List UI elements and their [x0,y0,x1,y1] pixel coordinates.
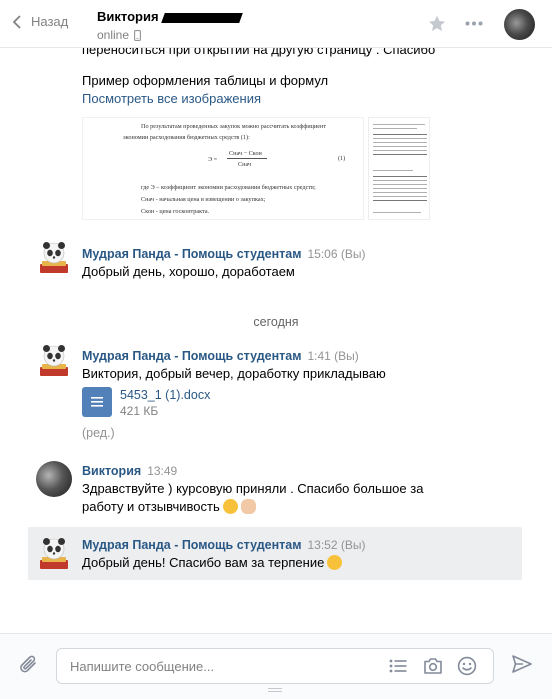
message-author[interactable]: Виктория 13:49 [82,464,177,478]
more-icon[interactable] [465,21,483,26]
message-time[interactable]: 13:49 [147,464,177,478]
peer-name-text: Виктория [97,9,159,24]
doc-formula-no: (1) [338,155,346,162]
doc-line: где Э – коэффициент экономии расходовани… [141,184,316,191]
message-author[interactable]: Мудрая Панда - Помощь студентам 1:41 (Вы) [82,349,359,363]
day-separator: сегодня [253,315,299,329]
message-text: Добрый день, хорошо, доработаем [82,264,295,279]
message-author[interactable]: Мудрая Панда - Помощь студентам 15:06 (Вы… [82,247,365,261]
author-name: Виктория [82,464,142,478]
message-text-part: работу и отзывчивость [82,499,220,514]
doc-fraction-bar [227,158,267,159]
peer-avatar[interactable] [504,9,535,40]
paperclip-icon[interactable] [18,653,40,677]
panda-avatar[interactable] [37,240,71,274]
star-icon[interactable] [428,15,446,32]
message-text: Пример оформления таблицы и формул [82,73,329,88]
attached-image-table[interactable] [368,117,430,220]
message-text: Виктория, добрый вечер, доработку прикла… [82,366,386,381]
message-text: работу и отзывчивость [82,498,256,516]
message-history[interactable]: переноситься при открытии на другую стра… [0,48,552,633]
author-name: Мудрая Панда - Помощь студентам [82,538,302,552]
doc-line: Снач - начальная цена в извещении о заку… [141,196,266,203]
attached-file-name[interactable]: 5453_1 (1).docx [120,388,210,402]
doc-formula-num: Снач − Скон [229,150,262,157]
message-time[interactable]: 13:52 (Вы) [307,538,365,552]
chat-header: Назад Виктория online [0,0,552,48]
peer-status: online [97,28,141,42]
smile-emoji-icon [222,499,238,514]
message-text: Добрый день! Спасибо вам за терпение [82,554,343,572]
doc-line: По результатам проведенных закупок можно… [141,123,327,130]
back-button[interactable]: Назад [12,14,68,29]
redaction-mark [160,12,243,23]
attached-image-document[interactable]: По результатам проведенных закупок можно… [82,117,364,220]
message-author[interactable]: Мудрая Панда - Помощь студентам 13:52 (Вы… [82,538,365,552]
message-text: Здравствуйте ) курсовую приняли . Спасиб… [82,481,424,496]
peer-avatar[interactable] [36,461,72,497]
panda-avatar[interactable] [37,536,71,570]
peer-name[interactable]: Виктория [97,9,243,24]
attached-file-size: 421 КБ [120,404,159,418]
mobile-icon [134,29,141,41]
document-icon[interactable] [82,387,112,417]
back-label: Назад [31,14,69,29]
camera-icon[interactable] [423,657,443,675]
doc-line: Скон - цена госконтракта. [141,208,210,215]
blush-emoji-icon [327,555,343,570]
resize-handle[interactable] [268,688,282,692]
doc-formula-den: Снач [238,161,252,168]
peer-status-text: online [97,28,130,42]
author-name: Мудрая Панда - Помощь студентам [82,349,302,363]
message-time[interactable]: 15:06 (Вы) [307,247,365,261]
edited-mark: (ред.) [82,426,115,440]
clap-emoji-icon [240,499,256,514]
message-time[interactable]: 1:41 (Вы) [307,349,358,363]
message-text: переноситься при открытии на другую стра… [82,48,436,57]
view-all-images-link[interactable]: Посмотреть все изображения [82,91,261,106]
message-input-placeholder: Напишите сообщение... [70,659,215,674]
chevron-left-icon [12,14,21,29]
doc-line: экономии расходования бюджетных средств … [123,134,250,141]
smile-icon[interactable] [457,656,477,676]
doc-formula-lhs: Э = [208,156,218,163]
message-input[interactable]: Напишите сообщение... [56,648,494,684]
message-text-part: Добрый день! Спасибо вам за терпение [82,555,325,570]
template-list-icon[interactable] [389,658,407,674]
panda-avatar[interactable] [37,343,71,377]
author-name: Мудрая Панда - Помощь студентам [82,247,302,261]
send-icon[interactable] [512,655,532,673]
